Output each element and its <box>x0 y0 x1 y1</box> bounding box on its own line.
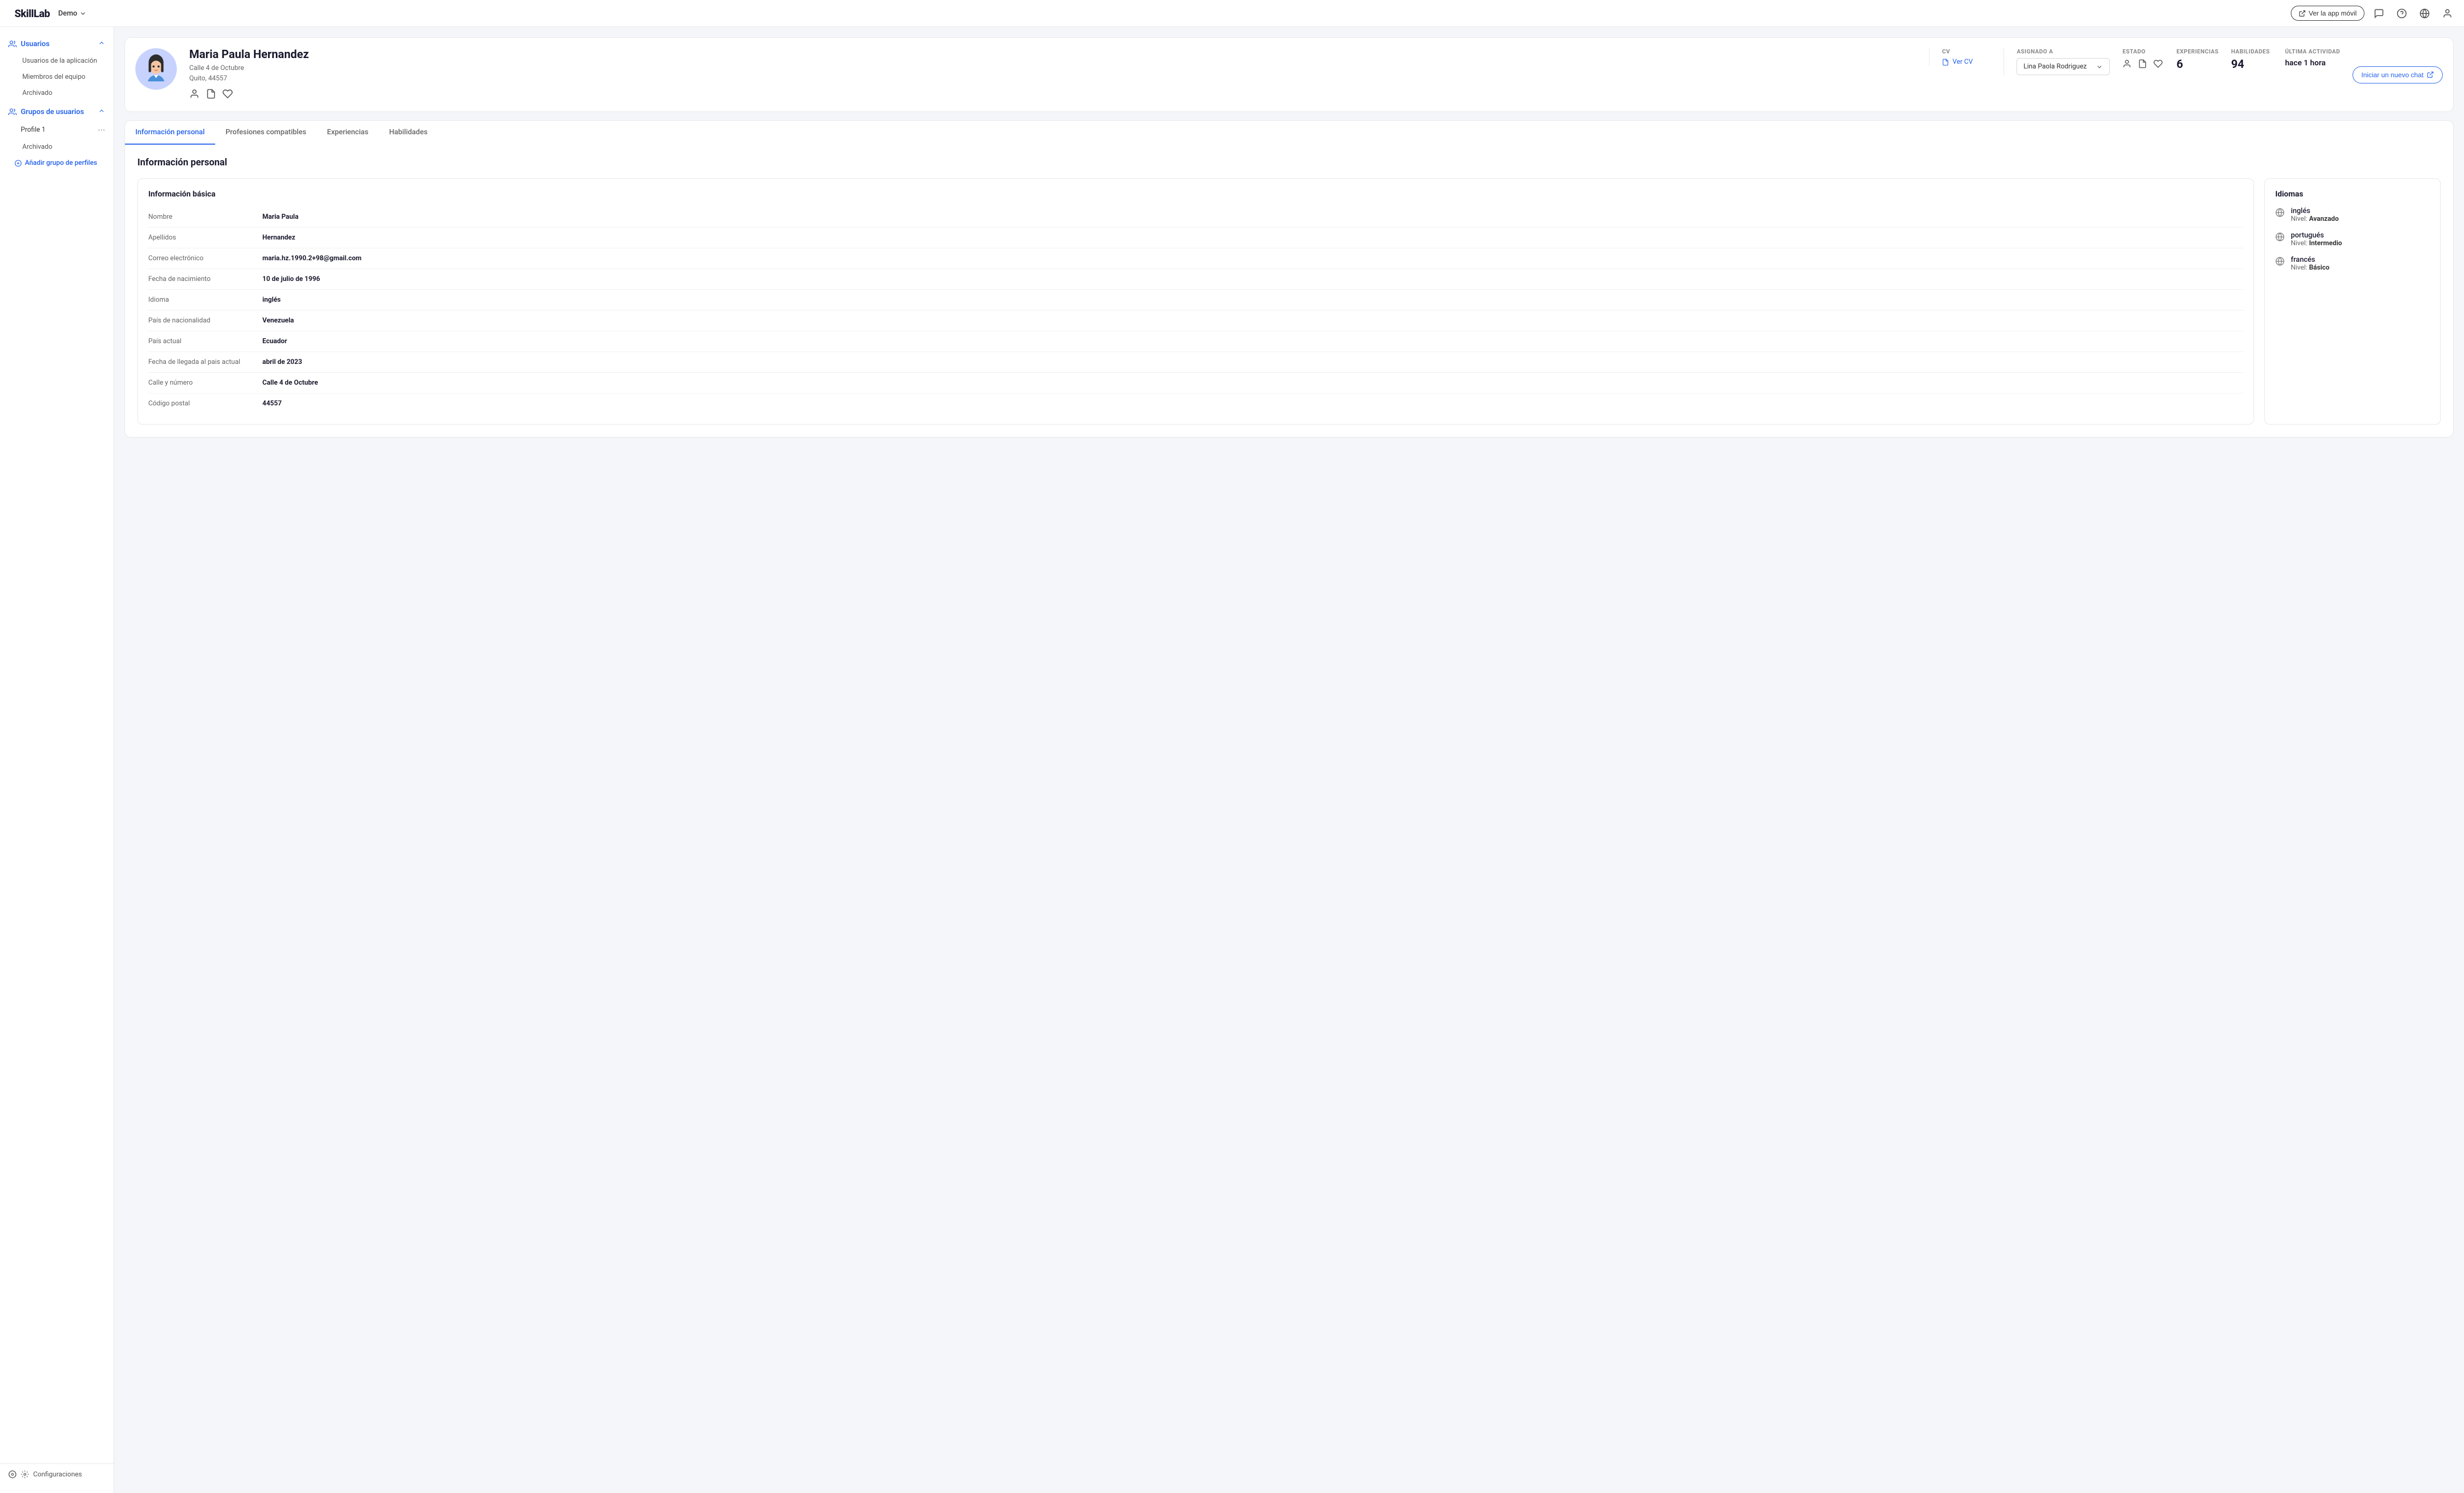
idioma-portugues: portugués Nivel: Intermedio <box>2275 231 2430 247</box>
info-row-nacimiento: Fecha de nacimiento 10 de julio de 1996 <box>148 269 2243 290</box>
idioma-frances: francés Nivel: Básico <box>2275 256 2430 272</box>
sidebar: Usuarios Usuarios de la aplicación Miemb… <box>0 27 114 1493</box>
help-icon[interactable] <box>2393 5 2410 22</box>
info-row-pais-nac: País de nacionalidad Venezuela <box>148 311 2243 331</box>
sidebar-item-archived-group[interactable]: Archivado <box>0 139 114 155</box>
add-group-label: Añadir grupo de perfiles <box>25 159 97 167</box>
info-row-pais-actual: País actual Ecuador <box>148 331 2243 352</box>
sidebar-add-group[interactable]: Añadir grupo de perfiles <box>0 155 114 171</box>
sidebar-grupos-header[interactable]: Grupos de usuarios <box>0 103 114 121</box>
info-row-llegada: Fecha de llegada al pais actual abril de… <box>148 352 2243 373</box>
tab-experiencias[interactable]: Experiencias <box>317 121 379 145</box>
info-row-apellidos: Apellidos Hernandez <box>148 228 2243 248</box>
iniciar-chat-button[interactable]: Iniciar un nuevo chat <box>2353 66 2443 83</box>
sidebar-grupos-section: Grupos de usuarios Profile 1 ··· Archiva… <box>0 103 114 171</box>
profile-actions <box>189 89 1916 101</box>
top-navigation: SkillLab Demo Ver la app móvil <box>0 0 2464 27</box>
estado-doc-icon[interactable] <box>2138 59 2147 71</box>
idiomas-card: Idiomas inglés Nivel: Avanzado <box>2264 178 2441 425</box>
profile-name: Maria Paula Hernandez <box>189 48 1916 61</box>
heart-icon[interactable] <box>222 89 233 101</box>
ultima-actividad-stat: ÚLTIMA ACTIVIDAD hace 1 hora <box>2285 48 2340 67</box>
sidebar-grupos-label: Grupos de usuarios <box>21 108 84 116</box>
cv-label: CV <box>1942 48 1991 55</box>
globe-idioma-icon-3 <box>2275 257 2285 268</box>
tabs-nav: Información personal Profesiones compati… <box>124 120 2454 145</box>
profile-card: Maria Paula Hernandez Calle 4 de Octubre… <box>124 37 2454 112</box>
info-row-calle: Calle y número Calle 4 de Octubre <box>148 373 2243 393</box>
assigned-label: ASIGNADO A <box>2017 48 2110 55</box>
estado-icons <box>2122 59 2164 71</box>
profile-avatar <box>135 48 177 90</box>
user-icon[interactable] <box>2439 5 2456 22</box>
idioma-ingles: inglés Nivel: Avanzado <box>2275 207 2430 223</box>
sidebar-item-profile1[interactable]: Profile 1 ··· <box>0 121 114 139</box>
info-basica-card: Información básica Nombre Maria Paula Ap… <box>137 178 2254 425</box>
globe-idioma-icon-2 <box>2275 232 2285 244</box>
user-edit-icon[interactable] <box>189 89 200 101</box>
section-title: Información personal <box>137 157 2441 168</box>
config-label: Configuraciones <box>33 1471 82 1478</box>
assigned-select[interactable]: Lina Paola Rodriguez <box>2017 58 2110 75</box>
document-icon[interactable] <box>206 89 216 101</box>
profile-cv-section: CV Ver CV <box>1929 48 1991 66</box>
estado-heart-icon[interactable] <box>2153 59 2163 71</box>
info-basica-title: Información básica <box>148 189 2243 199</box>
main-layout: Usuarios Usuarios de la aplicación Miemb… <box>0 27 2464 1493</box>
habilidades-stat: HABILIDADES 94 <box>2231 48 2273 71</box>
info-row-email: Correo electrónico maria.hz.1990.2+98@gm… <box>148 248 2243 269</box>
profile-stats: ESTADO <box>2122 48 2340 71</box>
sidebar-usuarios-section: Usuarios Usuarios de la aplicación Miemb… <box>0 35 114 101</box>
globe-icon[interactable] <box>2416 5 2433 22</box>
tab-profesiones[interactable]: Profesiones compatibles <box>215 121 317 145</box>
idiomas-title: Idiomas <box>2275 189 2430 199</box>
info-row-idioma: Idioma inglés <box>148 290 2243 311</box>
info-row-postal: Código postal 44557 <box>148 393 2243 414</box>
estado-user-icon[interactable] <box>2122 59 2132 71</box>
info-two-col: Información básica Nombre Maria Paula Ap… <box>137 178 2441 425</box>
sidebar-item-archived-users[interactable]: Archivado <box>0 85 114 101</box>
info-row-nombre: Nombre Maria Paula <box>148 207 2243 228</box>
content-area: Información personal Información básica … <box>124 145 2454 438</box>
estado-stat: ESTADO <box>2122 48 2164 71</box>
profile1-menu-icon[interactable]: ··· <box>98 125 105 135</box>
main-content: Maria Paula Hernandez Calle 4 de Octubre… <box>114 27 2464 1493</box>
sidebar-usuarios-header[interactable]: Usuarios <box>0 35 114 53</box>
app-logo: SkillLab <box>15 7 50 20</box>
mobile-app-button[interactable]: Ver la app móvil <box>2291 6 2365 21</box>
tab-habilidades[interactable]: Habilidades <box>379 121 438 145</box>
profile-info: Maria Paula Hernandez Calle 4 de Octubre… <box>189 48 1916 101</box>
chat-icon[interactable] <box>2371 5 2387 22</box>
profile-assigned-section: ASIGNADO A Lina Paola Rodriguez <box>2004 48 2110 75</box>
ver-cv-link[interactable]: Ver CV <box>1942 58 1991 66</box>
sidebar-item-app-users[interactable]: Usuarios de la aplicación <box>0 53 114 69</box>
tab-info-personal[interactable]: Información personal <box>125 121 215 145</box>
globe-idioma-icon-1 <box>2275 208 2285 219</box>
experiencias-stat: EXPERIENCIAS 6 <box>2176 48 2218 71</box>
sidebar-config[interactable]: Configuraciones <box>0 1463 114 1485</box>
sidebar-item-team-members[interactable]: Miembros del equipo <box>0 69 114 85</box>
sidebar-usuarios-label: Usuarios <box>21 40 50 48</box>
workspace-selector[interactable]: Demo <box>58 9 87 18</box>
profile-address: Calle 4 de Octubre Quito, 44557 <box>189 63 1916 83</box>
